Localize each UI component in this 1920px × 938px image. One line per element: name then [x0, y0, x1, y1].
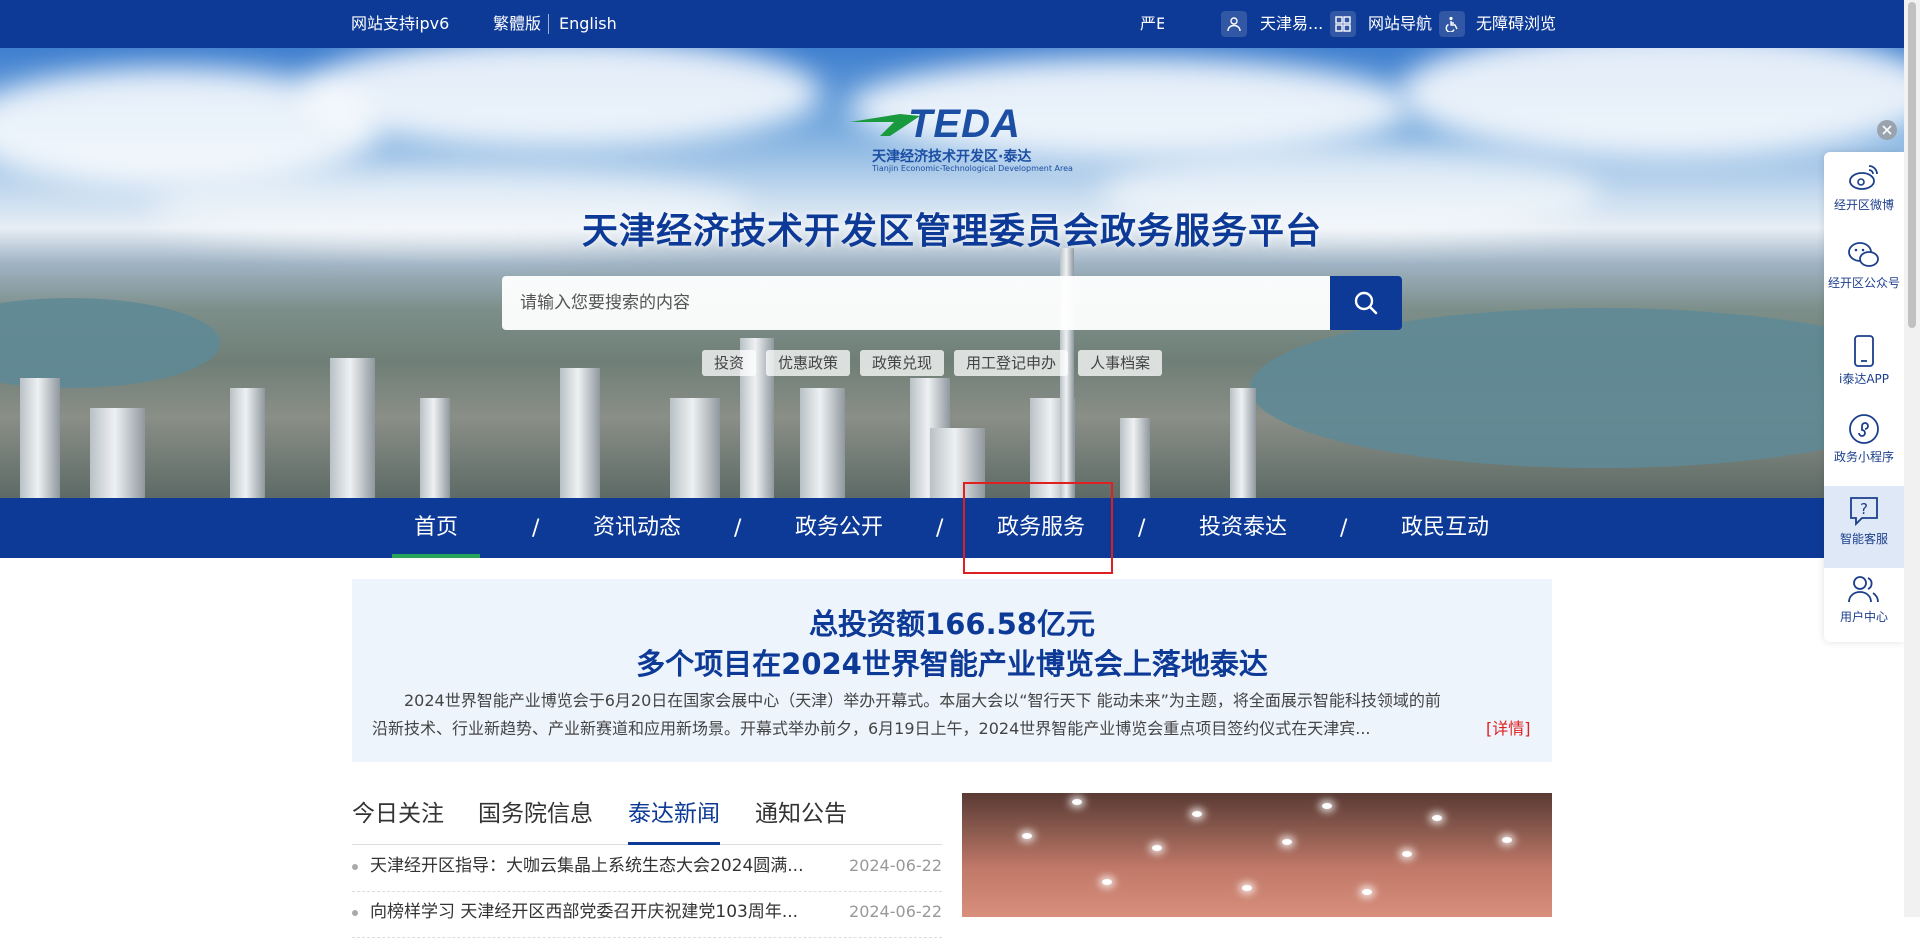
- tab-today-focus[interactable]: 今日关注: [352, 792, 444, 844]
- nav-gov-open[interactable]: 政务公开: [782, 498, 896, 558]
- nav-separator: /: [1138, 516, 1146, 541]
- users-icon: [1847, 572, 1881, 606]
- truncated-link[interactable]: 严E: [1140, 0, 1164, 48]
- hero-banner: TEDA 天津经济技术开发区·泰达 Tianjin Economic-Techn…: [0, 48, 1904, 498]
- svg-text:?: ?: [1860, 500, 1868, 518]
- user-icon[interactable]: [1221, 11, 1247, 37]
- sidebar-item-label: i泰达APP: [1838, 372, 1890, 386]
- english-link[interactable]: English: [559, 0, 617, 48]
- logo-english: Tianjin Economic-Technological Developme…: [872, 164, 1073, 173]
- sidebar-item-mini-program[interactable]: 政务小程序: [1824, 412, 1904, 465]
- user-login-link[interactable]: 天津易...: [1260, 0, 1323, 48]
- wechat-icon: [1847, 238, 1881, 272]
- headline-line: 沿新技术、行业新趋势、产业新赛道和应用新场景。开幕式举办前夕，6月19日上午，2…: [372, 719, 1371, 738]
- hot-tag[interactable]: 人事档案: [1078, 350, 1163, 376]
- teda-logo: TEDA 天津经济技术开发区·泰达 Tianjin Economic-Techn…: [850, 102, 1073, 176]
- sidebar-item-ai-service[interactable]: ? 智能客服: [1824, 486, 1904, 568]
- accessible-browse-link[interactable]: 无障碍浏览: [1476, 0, 1556, 48]
- tab-state-council[interactable]: 国务院信息: [478, 792, 593, 844]
- headline-news[interactable]: 总投资额166.58亿元 多个项目在2024世界智能产业博览会上落地泰达 202…: [352, 579, 1552, 762]
- accessibility-icon[interactable]: [1439, 11, 1465, 37]
- nav-invest[interactable]: 投资泰达: [1186, 498, 1300, 558]
- news-date: 2024-06-22: [849, 856, 942, 875]
- nav-separator: /: [936, 516, 944, 541]
- divider: [548, 14, 549, 34]
- sidebar-item-weibo[interactable]: 经开区微博: [1824, 160, 1904, 213]
- news-photo[interactable]: [962, 793, 1552, 917]
- sidebar-item-label: 经开区公众号: [1827, 276, 1900, 290]
- mobile-phone-icon: [1847, 334, 1881, 368]
- nav-separator: /: [1340, 516, 1348, 541]
- weibo-icon: [1847, 160, 1881, 194]
- headline-summary: 2024世界智能产业博览会于6月20日在国家会展中心（天津）举办开幕式。本届大会…: [372, 687, 1532, 743]
- page-scrollbar[interactable]: [1904, 0, 1920, 917]
- help-chat-icon: ?: [1847, 494, 1881, 528]
- news-tabs: 今日关注 国务院信息 泰达新闻 通知公告: [352, 792, 942, 845]
- logo-chinese: 天津经济技术开发区·泰达: [872, 149, 1032, 165]
- sidebar-item-label: 政务小程序: [1833, 450, 1894, 464]
- bullet: [352, 910, 358, 916]
- headline-title-2[interactable]: 多个项目在2024世界智能产业博览会上落地泰达: [352, 641, 1552, 683]
- search-button[interactable]: [1330, 276, 1402, 330]
- news-list-item[interactable]: 向榜样学习 天津经开区西部党委召开庆祝建党103周年... 2024-06-22: [352, 891, 942, 938]
- main-nav: 首页 / 资讯动态 / 政务公开 / 政务服务 / 投资泰达 / 政民互动: [0, 498, 1904, 558]
- logo-word: TEDA: [908, 102, 1021, 146]
- headline-more-link[interactable]: [详情]: [1486, 715, 1531, 743]
- site-nav-link[interactable]: 网站导航: [1368, 0, 1432, 48]
- search-icon: [1354, 291, 1378, 315]
- scrollbar-thumb[interactable]: [1908, 2, 1916, 328]
- nav-gov-service[interactable]: 政务服务: [984, 498, 1098, 558]
- sidebar-item-label: 智能客服: [1839, 532, 1888, 546]
- sidebar-item-user-center[interactable]: 用户中心: [1824, 572, 1904, 625]
- ipv6-support-label: 网站支持ipv6: [351, 14, 450, 33]
- sidebar-item-app[interactable]: i泰达APP: [1824, 334, 1904, 387]
- search-bar: [502, 276, 1402, 330]
- hot-tag[interactable]: 投资: [702, 350, 757, 376]
- hot-tag[interactable]: 政策兑现: [860, 350, 945, 376]
- news-title[interactable]: 向榜样学习 天津经开区西部党委召开庆祝建党103周年...: [370, 891, 810, 933]
- nav-active-indicator: [392, 554, 480, 558]
- grid-icon[interactable]: [1330, 11, 1356, 37]
- sidebar-item-label: 用户中心: [1839, 610, 1888, 624]
- news-title[interactable]: 天津经开区指导：大咖云集晶上系统生态大会2024圆满...: [370, 845, 810, 887]
- hot-search-tags: 投资 优惠政策 政策兑现 用工登记申办 人事档案: [702, 350, 1163, 376]
- sidebar-item-label: 经开区微博: [1833, 198, 1894, 212]
- top-bar: 网站支持ipv6 繁體版 English 严E 天津易... 网站导航 无障碍浏…: [0, 0, 1904, 48]
- nav-news[interactable]: 资讯动态: [580, 498, 694, 558]
- close-icon[interactable]: [1877, 120, 1897, 140]
- nav-home[interactable]: 首页: [392, 498, 480, 558]
- nav-separator: /: [734, 516, 742, 541]
- bullet: [352, 864, 358, 870]
- search-input[interactable]: [502, 276, 1330, 330]
- mini-program-icon: [1847, 412, 1881, 446]
- news-list-item[interactable]: 天津经开区指导：大咖云集晶上系统生态大会2024圆满... 2024-06-22: [352, 845, 942, 892]
- tab-teda-news[interactable]: 泰达新闻: [628, 792, 720, 845]
- traditional-chinese-link[interactable]: 繁體版: [493, 0, 541, 48]
- nav-separator: /: [532, 516, 540, 541]
- floating-sidebar: 经开区微博 经开区公众号 i泰达APP 政务小程序 ? 智能客服 用户中心: [1824, 152, 1904, 642]
- tab-notices[interactable]: 通知公告: [755, 792, 847, 844]
- headline-line: 2024世界智能产业博览会于6月20日在国家会展中心（天津）举办开幕式。本届大会…: [372, 691, 1441, 710]
- hot-tag[interactable]: 用工登记申办: [954, 350, 1069, 376]
- nav-interaction[interactable]: 政民互动: [1388, 498, 1502, 558]
- hot-tag[interactable]: 优惠政策: [766, 350, 851, 376]
- news-date: 2024-06-22: [849, 902, 942, 921]
- site-title: 天津经济技术开发区管理委员会政务服务平台: [581, 211, 1322, 252]
- headline-title-1[interactable]: 总投资额166.58亿元: [352, 601, 1552, 643]
- sidebar-item-wechat[interactable]: 经开区公众号: [1824, 238, 1904, 291]
